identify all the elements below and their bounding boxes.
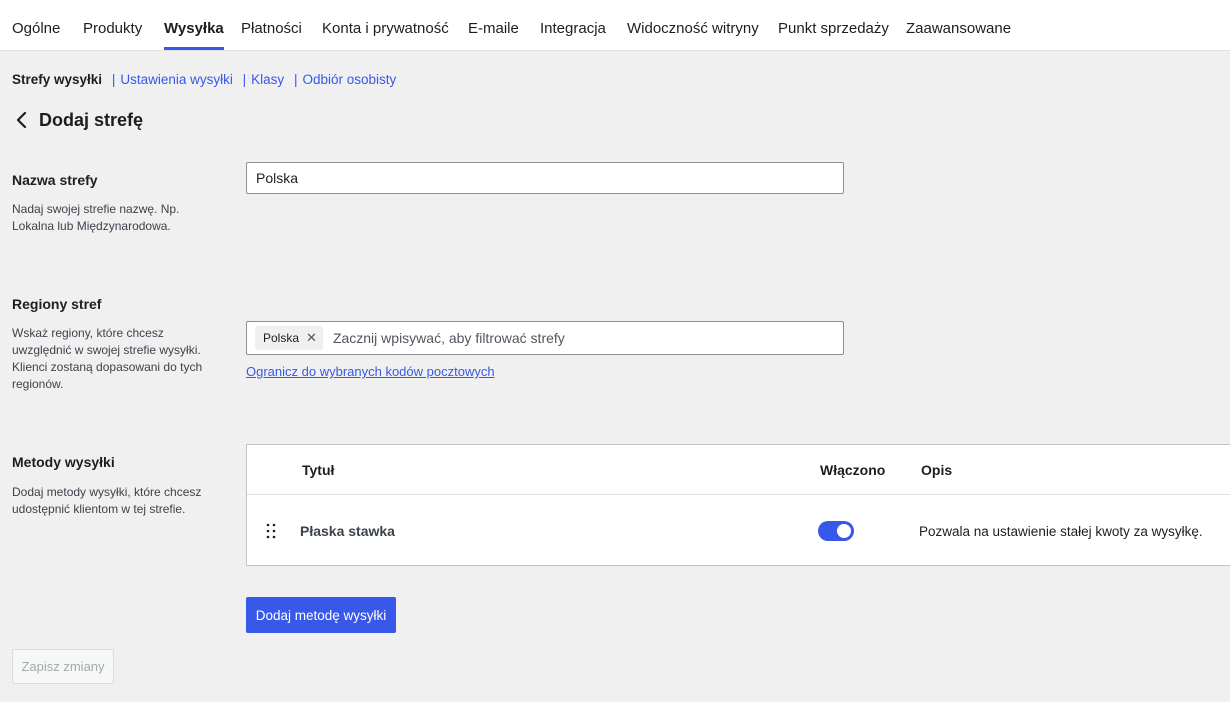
method-title[interactable]: Płaska stawka (300, 523, 395, 539)
region-tag: Polska ✕ (255, 326, 323, 350)
subnav-separator: | (111, 72, 116, 87)
zone-name-description: Nadaj swojej strefie nazwę. Np. Lokalna … (12, 202, 180, 233)
tab-products[interactable]: Produkty (83, 0, 142, 50)
region-filter-input[interactable] (330, 329, 843, 347)
tab-accounts-privacy[interactable]: Konta i prywatność (322, 0, 449, 50)
column-description: Opis (921, 462, 953, 478)
shipping-methods-heading: Metody wysyłki (12, 454, 115, 470)
method-description: Pozwala na ustawienie stałej kwoty za wy… (919, 524, 1203, 539)
chevron-left-icon[interactable] (12, 110, 32, 130)
column-enabled: Włączono (820, 462, 886, 478)
tab-emails[interactable]: E-maile (468, 0, 519, 50)
subnav-classes[interactable]: Klasy (251, 72, 284, 87)
toggle-knob (837, 524, 851, 538)
save-changes-button[interactable]: Zapisz zmiany (12, 649, 114, 684)
zone-regions-field[interactable]: Polska ✕ (246, 321, 844, 355)
column-title: Tytuł (302, 462, 335, 478)
drag-handle-icon[interactable] (265, 523, 277, 539)
table-row: Płaska stawka Pozwala na ustawienie stał… (247, 494, 1230, 566)
shipping-methods-table: Tytuł Włączono Opis Płaska stawka Pozwal… (246, 444, 1230, 566)
page-header: Dodaj strefę (12, 108, 143, 132)
shipping-subnav: Strefy wysyłki | Ustawienia wysyłki | Klas… (12, 72, 396, 87)
close-icon[interactable]: ✕ (306, 330, 317, 346)
table-header: Tytuł Włączono Opis (247, 445, 1230, 495)
settings-tabs: Ogólne Produkty Wysyłka Płatności Konta … (0, 0, 1230, 51)
zone-regions-description: Wskaż regiony, które chcesz uwzględnić w… (12, 326, 203, 391)
tab-site-visibility[interactable]: Widoczność witryny (627, 0, 759, 50)
tab-payments[interactable]: Płatności (241, 0, 302, 50)
shipping-methods-description: Dodaj metody wysyłki, które chcesz udost… (12, 485, 202, 516)
region-tag-label: Polska (263, 331, 300, 345)
subnav-shipping-settings[interactable]: Ustawienia wysyłki (120, 72, 233, 87)
tab-advanced[interactable]: Zaawansowane (906, 0, 1011, 50)
tab-shipping[interactable]: Wysyłka (164, 0, 224, 50)
zone-regions-heading: Regiony stref (12, 296, 102, 312)
zone-name-input[interactable] (246, 162, 844, 194)
subnav-separator: | (242, 72, 247, 87)
tab-point-of-sale[interactable]: Punkt sprzedaży (778, 0, 889, 50)
page-title: Dodaj strefę (39, 109, 144, 130)
subnav-separator: | (293, 72, 298, 87)
tab-general[interactable]: Ogólne (12, 0, 60, 50)
method-enabled-toggle[interactable] (818, 521, 854, 541)
tab-integration[interactable]: Integracja (540, 0, 606, 50)
subnav-local-pickup[interactable]: Odbiór osobisty (302, 72, 396, 87)
subnav-shipping-zones: Strefy wysyłki (12, 72, 103, 87)
limit-postcodes-link[interactable]: Ogranicz do wybranych kodów pocztowych (246, 364, 495, 379)
add-shipping-method-button[interactable]: Dodaj metodę wysyłki (246, 597, 396, 633)
zone-name-heading: Nazwa strefy (12, 172, 98, 188)
